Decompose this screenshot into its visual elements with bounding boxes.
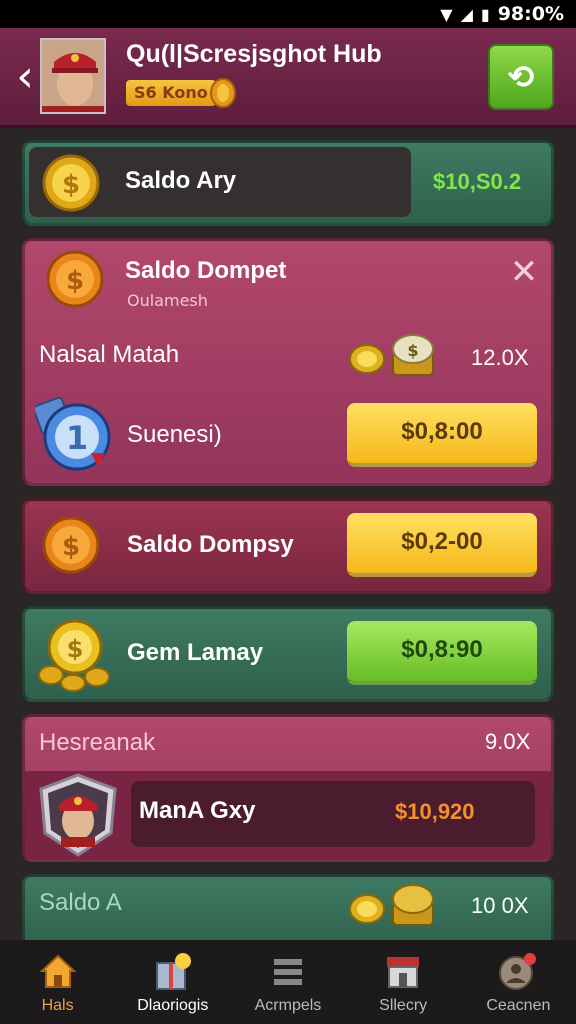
nav-label-gifts: Dlaoriogis [137, 997, 209, 1014]
nav-item-profile[interactable]: Ceacnen [463, 949, 573, 1015]
level-badge: S6 Kono [126, 80, 216, 106]
nav-item-stack[interactable]: Acrmpels [233, 949, 343, 1015]
nav-item-home[interactable]: Hals [3, 949, 113, 1015]
battery-icon: ▮ [480, 4, 490, 24]
avatar-face-icon [42, 40, 104, 112]
profile-icon [499, 953, 537, 990]
hesreanak-label: Hesreanak [39, 729, 156, 756]
stack-icon [273, 959, 302, 985]
shop-icon [387, 957, 420, 988]
coin-icon [210, 78, 236, 108]
gem-card: $ Gem Lamay $0,8:90 [22, 606, 554, 702]
player-value: $10,920 [395, 799, 475, 824]
nav-item-gifts[interactable]: Dlaoriogis [118, 949, 228, 1015]
header: ‹ Qu(l|Scresjsghot Hub S6 Kono ⟲ [0, 28, 576, 128]
refresh-button[interactable]: ⟲ [488, 44, 554, 110]
saldo-ary-card: $ Saldo Ary $10,S0.2 [22, 140, 554, 226]
hesreanak-card: Hesreanak 9.0X ManA Gxy $10,920 [22, 714, 554, 862]
coin-stack-icon: $ [349, 334, 434, 376]
orange-coin-icon: $ [42, 516, 100, 574]
saldo-ary-label: Saldo Ary [125, 167, 237, 194]
wallet-card: $ Saldo Dompet Oulamesh ✕ Nalsal Matah $… [22, 238, 554, 486]
wallet-row2-label: Suenesi) [127, 421, 222, 448]
dompsy-label: Saldo Dompsy [127, 531, 294, 558]
svg-text:$: $ [407, 341, 418, 360]
svg-text:$: $ [62, 170, 80, 200]
coin-pile-icon: $ [38, 619, 110, 692]
dompsy-card: $ Saldo Dompsy $0,2-00 [22, 498, 554, 594]
svg-text:1: 1 [66, 419, 88, 457]
back-button[interactable]: ‹ [10, 52, 40, 102]
saldo-a-value: 10 0X [471, 893, 529, 918]
gift-box-icon [155, 953, 191, 990]
nav-label-shop: Sllecry [379, 997, 428, 1014]
refresh-icon: ⟲ [507, 58, 535, 96]
dompsy-button[interactable]: $0,2-00 [347, 513, 537, 577]
wallet-row1-label: Nalsal Matah [39, 341, 180, 368]
chevron-left-icon: ‹ [16, 51, 34, 102]
player-row[interactable]: ManA Gxy $10,920 [25, 771, 551, 859]
home-icon [39, 954, 77, 988]
saldo-ary-value: $10,S0.2 [433, 169, 522, 194]
nav-label-stack: Acrmpels [254, 997, 322, 1014]
svg-text:$: $ [67, 635, 84, 663]
svg-text:$: $ [66, 266, 84, 296]
page-title: Qu(l|Scresjsghot Hub [126, 40, 382, 68]
close-icon: ✕ [509, 252, 539, 292]
wallet-sublabel: Oulamesh [127, 291, 208, 310]
wallet-label: Saldo Dompet [125, 257, 287, 284]
wallet-row1-value: 12.0X [471, 345, 529, 370]
nav-label-home: Hals [41, 997, 74, 1014]
orange-coin-icon: $ [46, 250, 104, 308]
gem-label: Gem Lamay [127, 639, 264, 666]
player-avatar [39, 773, 117, 857]
signal-icon: ◢ [460, 4, 473, 24]
gold-coin-icon: $ [42, 154, 100, 212]
wallet-row2-button[interactable]: $0,8:00 [347, 403, 537, 467]
bottom-nav: Hals Dlaoriogis Acrmpels Sllecry Ceacnen [0, 940, 576, 1024]
status-bar: ▼ ◢ ▮ 98:0% [0, 0, 576, 28]
close-button[interactable]: ✕ [507, 255, 541, 289]
wifi-icon: ▼ [440, 4, 453, 24]
svg-text:$: $ [62, 532, 80, 562]
coin-stack-icon [349, 884, 434, 926]
nav-item-shop[interactable]: Sllecry [348, 949, 458, 1015]
nav-label-profile: Ceacnen [486, 997, 551, 1014]
player-name: ManA Gxy [139, 797, 256, 824]
gem-button[interactable]: $0,8:90 [347, 621, 537, 685]
avatar[interactable] [40, 38, 106, 114]
blue-badge-icon: 1 [35, 396, 111, 471]
saldo-a-label: Saldo A [39, 889, 122, 916]
hesreanak-value: 9.0X [485, 729, 531, 754]
battery-level: 98:0% [497, 3, 564, 25]
